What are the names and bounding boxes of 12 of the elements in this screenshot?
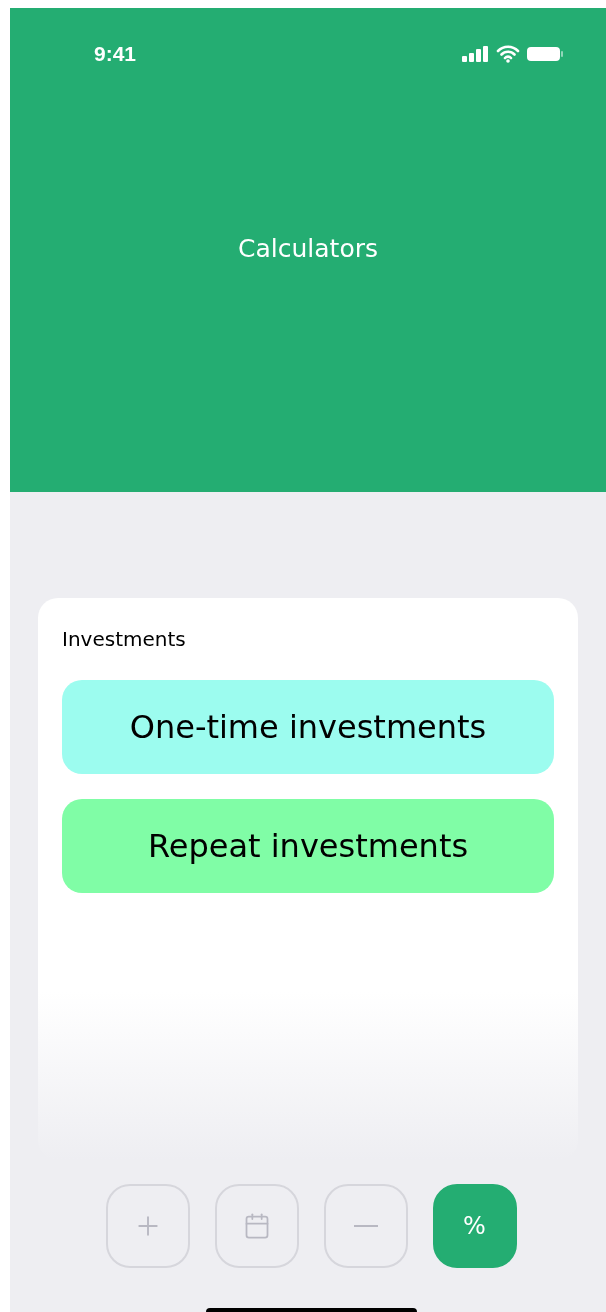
wifi-icon — [496, 44, 520, 63]
tab-button[interactable] — [105, 1184, 190, 1268]
tab-button[interactable] — [323, 1184, 408, 1268]
header-title: Calculators — [238, 232, 378, 265]
battery-icon — [526, 45, 564, 62]
calculator-option-button[interactable]: Repeat investments — [62, 799, 554, 893]
status-time: 9:41 — [94, 41, 137, 67]
calculator-option-button[interactable]: One-time investments — [62, 680, 554, 774]
card-title: Investments — [62, 626, 187, 653]
minus-icon — [353, 1225, 378, 1227]
tab-button[interactable] — [214, 1184, 299, 1268]
signal-icon — [462, 45, 490, 62]
